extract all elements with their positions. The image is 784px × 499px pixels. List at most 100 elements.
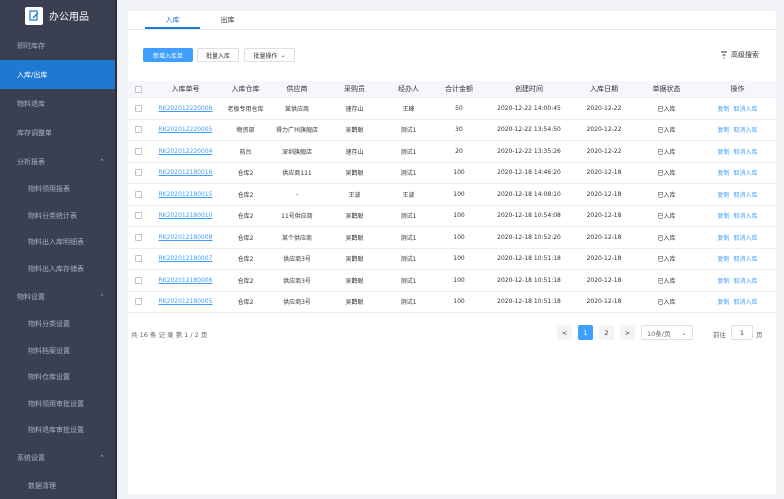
sidebar-item[interactable]: 物料分类设置	[0, 311, 117, 338]
app-title: 办公用品	[49, 12, 89, 23]
sidebar-item[interactable]: 物料退库审批设置	[0, 417, 117, 444]
order-number-link[interactable]: RK202012180015	[148, 191, 223, 198]
table-cell: 2020-12-18	[586, 276, 622, 284]
row-select-cell	[128, 298, 148, 306]
sidebar-item[interactable]: 库存调整单	[0, 118, 117, 147]
order-number-link[interactable]: RK202012180006	[148, 277, 223, 284]
sidebar-item[interactable]: 物料分类统计表	[0, 203, 117, 230]
row-checkbox[interactable]	[134, 233, 142, 241]
sidebar-item[interactable]: 物料出入库明细表	[0, 229, 117, 256]
page-unit-label: 页	[756, 331, 763, 339]
cancel-inbound-link[interactable]: 取消入库	[734, 235, 758, 242]
goto-label: 前往	[713, 331, 726, 339]
table-row: RK202012180008 仓库2 某个供应商 吴鹳聪 测试1 100 2020-12-1…	[128, 227, 776, 249]
copy-link[interactable]: 复制	[717, 256, 729, 263]
table-cell: 王波	[348, 191, 361, 199]
sidebar: 办公用品 即时库存入库/出库物料退库 库存调整单 分析报表 ⌃ 物料领用报表物料分类统计…	[0, 0, 117, 499]
copy-link[interactable]: 复制	[717, 127, 729, 134]
table-cell: 2020-12-18	[586, 190, 622, 198]
sidebar-item[interactable]: 物料退库	[0, 89, 117, 118]
sidebar-item[interactable]: 入库/出库	[0, 60, 117, 89]
batch-ops-button[interactable]: 批量操作 ⌄	[244, 48, 295, 62]
table-header: 入库单号 入库仓库 供应商 采购员 经办人 合计金额 创建时间 入库日期 单据状…	[128, 81, 776, 98]
cancel-inbound-link[interactable]: 取消入库	[734, 278, 758, 285]
chevron-down-icon: ⌄	[280, 51, 286, 59]
sidebar-item[interactable]: 物料领用审批设置	[0, 391, 117, 418]
order-number-link[interactable]: RK202012180005	[148, 298, 223, 305]
sidebar-group[interactable]: 物料设置 ⌃	[0, 282, 117, 311]
order-number-link[interactable]: RK202012180016	[148, 169, 223, 176]
copy-link[interactable]: 复制	[717, 299, 729, 306]
cancel-inbound-link[interactable]: 取消入库	[734, 299, 758, 306]
copy-link[interactable]: 复制	[717, 235, 729, 242]
order-number-link[interactable]: RK202012220004	[148, 148, 223, 155]
order-number-link[interactable]: RK202012220006	[148, 105, 223, 112]
advanced-search-button[interactable]: 高级搜索	[720, 50, 759, 60]
page-2-button[interactable]: 2	[599, 325, 614, 340]
select-all-cell	[128, 85, 148, 93]
sidebar-item[interactable]: 物料出入库存储表	[0, 256, 117, 283]
sidebar-item[interactable]: 物料档案设置	[0, 338, 117, 365]
batch-inbound-button[interactable]: 批量入库	[197, 48, 239, 62]
row-checkbox[interactable]	[134, 104, 142, 112]
select-all-checkbox[interactable]	[134, 85, 142, 93]
cancel-inbound-link[interactable]: 取消入库	[734, 149, 758, 156]
app-brand: 办公用品	[0, 0, 117, 31]
row-select-cell	[128, 276, 148, 284]
copy-link[interactable]: 复制	[717, 278, 729, 285]
table-cell: 供应商3号	[283, 299, 311, 307]
sidebar-item[interactable]: 数据清理	[0, 473, 117, 499]
cancel-inbound-link[interactable]: 取消入库	[734, 192, 758, 199]
sidebar-scrollbar[interactable]	[115, 0, 117, 499]
table-cell: 仓库2	[237, 299, 254, 307]
table-cell: 2020-12-18 10:51:18	[497, 255, 561, 263]
row-checkbox[interactable]	[134, 190, 142, 198]
table-cell: 2020-12-18 14:46:20	[497, 169, 561, 177]
prev-page-button[interactable]: <	[557, 325, 572, 340]
sidebar-item[interactable]: 即时库存	[0, 31, 117, 60]
cancel-inbound-link[interactable]: 取消入库	[734, 213, 758, 220]
sidebar-item[interactable]: 物料仓库设置	[0, 364, 117, 391]
order-number-link[interactable]: RK202012180010	[148, 212, 223, 219]
row-checkbox[interactable]	[134, 147, 142, 155]
copy-link[interactable]: 复制	[717, 170, 729, 177]
sidebar-item-label: 物料分类统计表	[28, 211, 77, 220]
header-cell: 合计金额	[445, 85, 473, 93]
table-cell: 50	[455, 104, 463, 112]
copy-link[interactable]: 复制	[717, 106, 729, 113]
row-checkbox[interactable]	[134, 276, 142, 284]
sidebar-item-label: 入库/出库	[17, 70, 48, 79]
cancel-inbound-link[interactable]: 取消入库	[734, 127, 758, 134]
new-inbound-button[interactable]: 新增入库单	[143, 48, 193, 62]
row-checkbox[interactable]	[134, 298, 142, 306]
table-cell: 吴鹳聪	[345, 299, 364, 307]
copy-link[interactable]: 复制	[717, 149, 729, 156]
header-cell: 供应商	[286, 85, 308, 93]
row-checkbox[interactable]	[134, 212, 142, 220]
table-row: RK202012180015 仓库2 - 王波 王波 100 2020-12-18 14:0…	[128, 184, 776, 206]
row-checkbox[interactable]	[134, 169, 142, 177]
goto-page-input[interactable]: 1	[731, 325, 753, 340]
copy-link[interactable]: 复制	[717, 213, 729, 220]
cancel-inbound-link[interactable]: 取消入库	[734, 256, 758, 263]
tab-inbound[interactable]: 入库	[145, 11, 200, 29]
cancel-inbound-link[interactable]: 取消入库	[734, 170, 758, 177]
order-number-link[interactable]: RK202012180007	[148, 255, 223, 262]
next-page-button[interactable]: >	[620, 325, 635, 340]
row-checkbox[interactable]	[134, 255, 142, 263]
order-number-link[interactable]: RK202012220005	[148, 126, 223, 133]
sidebar-item[interactable]: 物料领用报表	[0, 176, 117, 203]
row-checkbox[interactable]	[134, 126, 142, 134]
sidebar-group[interactable]: 系统设置 ⌃	[0, 444, 117, 473]
page-size-select[interactable]: 10条/页 ⌄	[641, 325, 693, 340]
chevron-down-icon: ⌄	[681, 328, 687, 337]
main-panel: 入库 出库 新增入库单 批量入库 批量操作 ⌄ 高级搜索 入库单号 入库仓库 供…	[128, 11, 776, 494]
cancel-inbound-link[interactable]: 取消入库	[734, 106, 758, 113]
table-cell: 测试1	[400, 299, 417, 307]
order-number-link[interactable]: RK202012180008	[148, 234, 223, 241]
chevron-up-icon: ⌃	[99, 454, 105, 462]
sidebar-group[interactable]: 分析报表 ⌃	[0, 147, 117, 176]
copy-link[interactable]: 复制	[717, 192, 729, 199]
page-1-button[interactable]: 1	[578, 325, 593, 340]
tab-outbound[interactable]: 出库	[200, 11, 255, 29]
